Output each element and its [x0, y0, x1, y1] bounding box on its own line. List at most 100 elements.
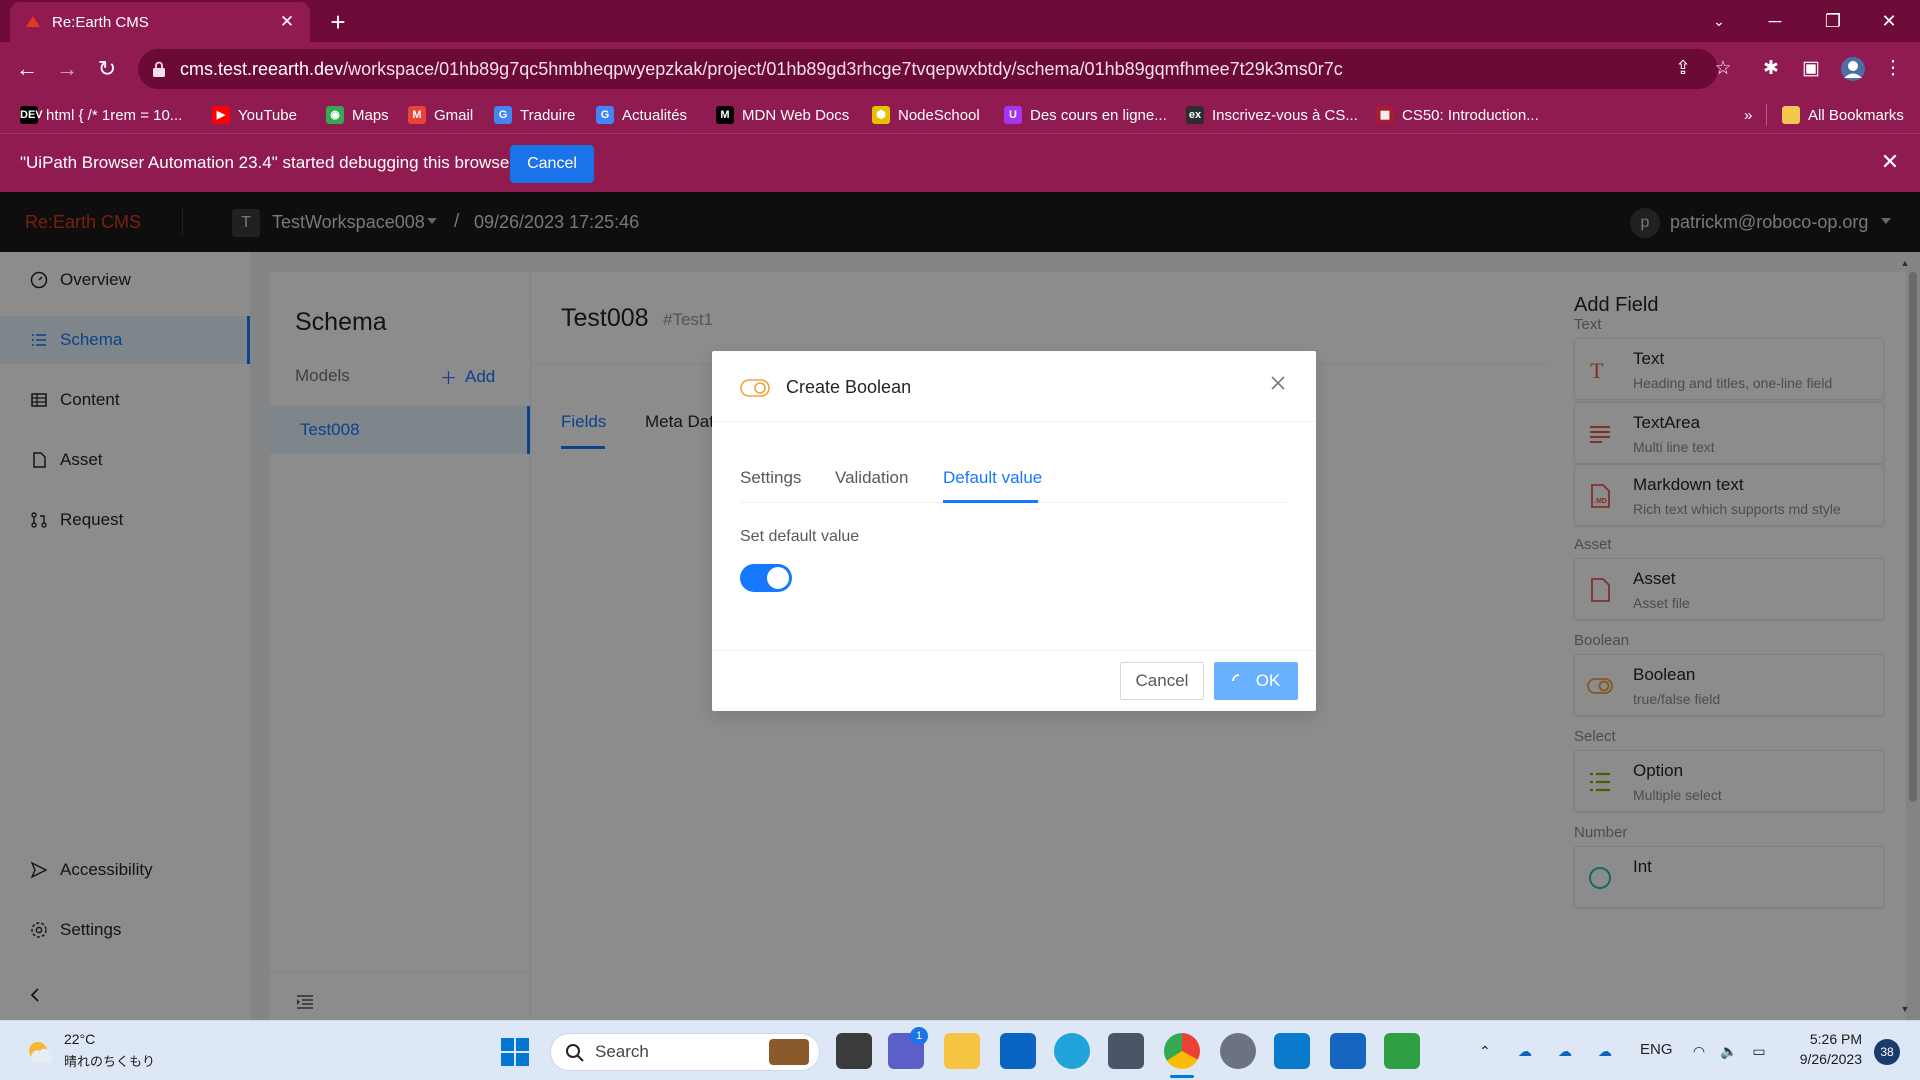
taskbar-search-box[interactable]: Search: [550, 1033, 820, 1071]
onedrive-icon[interactable]: ☁: [1552, 1039, 1578, 1063]
address-bar[interactable]: cms.test.reearth.dev/workspace/01hb89g7q…: [138, 49, 1718, 89]
browser-tab[interactable]: Re:Earth CMS ✕: [10, 2, 310, 42]
default-value-switch[interactable]: [740, 564, 792, 592]
onedrive-icon[interactable]: ☁: [1512, 1039, 1538, 1063]
bookmark-label: MDN Web Docs: [742, 106, 850, 124]
bookmark-label: html { /* 1rem = 10...: [46, 106, 183, 124]
modal-tab-ink-bar: [943, 500, 1038, 503]
switch-knob: [767, 567, 789, 589]
browser-tab-strip: Re:Earth CMS ✕ + ⌄ ─ ❐ ✕: [0, 0, 1920, 42]
bookmark-item[interactable]: ex Inscrivez-vous à CS...: [1180, 102, 1364, 128]
reload-icon[interactable]: ↻: [88, 50, 126, 88]
task-view-icon[interactable]: [836, 1033, 872, 1069]
nodeschool-icon: ⬢: [872, 106, 890, 124]
boolean-toggle-icon: [740, 379, 770, 397]
tray-overflow-chevron-icon[interactable]: ⌃: [1472, 1039, 1498, 1063]
bookmark-item[interactable]: M Gmail: [402, 102, 479, 128]
bookmarks-bar: DEV html { /* 1rem = 10... ▶ YouTube ◉ Maps M G…: [0, 96, 1920, 134]
windows-taskbar: 22°C 晴れのちくもり Search 1 ⌃ ☁ ☁ ☁ ENG ◠ 🔈 ▭ …: [0, 1020, 1920, 1080]
outlook-icon[interactable]: [1000, 1033, 1036, 1069]
tab-search-icon[interactable]: ⌄: [1696, 4, 1742, 38]
bookmark-item[interactable]: ▦ CS50: Introduction...: [1370, 102, 1545, 128]
modal-ok-button[interactable]: OK: [1214, 662, 1298, 700]
new-tab-button[interactable]: +: [322, 6, 354, 38]
dev-icon: DEV: [20, 106, 43, 124]
modal-cancel-button[interactable]: Cancel: [1120, 662, 1204, 700]
minimize-icon[interactable]: ─: [1752, 4, 1798, 38]
modal-header-divider: [712, 421, 1316, 422]
edge-icon[interactable]: [1054, 1033, 1090, 1069]
reearth-favicon-icon: [26, 16, 40, 27]
overflow-chevron-icon: »: [1744, 106, 1753, 124]
bookmark-item[interactable]: G Actualités: [590, 102, 693, 128]
weather-description[interactable]: 晴れのちくもり: [64, 1051, 155, 1070]
media-player-icon[interactable]: [1384, 1033, 1420, 1069]
window-close-icon[interactable]: ✕: [1866, 4, 1912, 38]
debug-message: "UiPath Browser Automation 23.4" started…: [20, 153, 515, 172]
bookmark-item[interactable]: M MDN Web Docs: [710, 102, 855, 128]
teams-chat-icon[interactable]: 1: [888, 1027, 928, 1069]
volume-icon[interactable]: 🔈: [1716, 1039, 1742, 1063]
bookmark-star-icon[interactable]: ☆: [1706, 52, 1740, 86]
battery-icon[interactable]: ▭: [1746, 1039, 1772, 1063]
settings-app-icon[interactable]: [1220, 1033, 1256, 1069]
studio-app-icon[interactable]: [1330, 1033, 1366, 1069]
gmail-icon: M: [408, 106, 426, 124]
mdn-icon: M: [716, 106, 734, 124]
forward-arrow-icon[interactable]: →: [48, 50, 86, 88]
file-explorer-icon[interactable]: [944, 1033, 980, 1069]
notification-center-badge[interactable]: 38: [1874, 1039, 1900, 1065]
modal-tab-default-value[interactable]: Default value: [943, 468, 1042, 488]
bookmark-label: Traduire: [520, 106, 576, 124]
infobar-close-icon[interactable]: ✕: [1878, 150, 1902, 174]
share-icon[interactable]: ⇪: [1666, 52, 1700, 86]
restore-icon[interactable]: ❐: [1810, 4, 1856, 38]
modal-tab-validation[interactable]: Validation: [835, 468, 908, 488]
tab-close-icon[interactable]: ✕: [278, 13, 296, 31]
bookmarks-overflow-button[interactable]: »: [1738, 102, 1758, 128]
clock-time[interactable]: 5:26 PM: [1790, 1031, 1862, 1047]
news-icon: G: [596, 106, 614, 124]
bookmark-item[interactable]: ⬢ NodeSchool: [866, 102, 986, 128]
lock-icon: [153, 61, 165, 77]
chrome-icon[interactable]: [1164, 1033, 1200, 1069]
bookmark-label: Inscrivez-vous à CS...: [1212, 106, 1358, 124]
language-indicator[interactable]: ENG: [1640, 1041, 1673, 1058]
bookmark-label: Des cours en ligne...: [1030, 106, 1167, 124]
windows-start-icon[interactable]: [500, 1037, 530, 1067]
clock-date[interactable]: 9/26/2023: [1790, 1051, 1862, 1067]
browser-menu-icon[interactable]: ⋮: [1876, 52, 1910, 86]
search-placeholder: Search: [595, 1042, 649, 1061]
modal-tab-settings[interactable]: Settings: [740, 468, 801, 488]
vscode-icon[interactable]: [1274, 1033, 1310, 1069]
weather-partly-cloudy-icon[interactable]: [22, 1035, 54, 1067]
bookmark-label: Actualités: [622, 106, 688, 124]
bookmark-item[interactable]: U Des cours en ligne...: [998, 102, 1173, 128]
modal-close-icon[interactable]: [1266, 371, 1290, 395]
all-bookmarks-button[interactable]: All Bookmarks: [1776, 102, 1910, 128]
bookmark-item[interactable]: ◉ Maps: [320, 102, 395, 128]
profile-avatar-icon[interactable]: [1836, 52, 1870, 86]
default-value-label: Set default value: [740, 528, 860, 545]
bookmark-item[interactable]: G Traduire: [488, 102, 581, 128]
loading-spinner-icon: [1231, 674, 1239, 682]
debug-cancel-button[interactable]: Cancel: [510, 145, 594, 183]
wifi-icon[interactable]: ◠: [1686, 1039, 1712, 1063]
side-panel-icon[interactable]: ▣: [1794, 52, 1828, 86]
calculator-icon[interactable]: [1108, 1033, 1144, 1069]
folder-icon: [1782, 106, 1800, 124]
bookmark-item[interactable]: ▶ YouTube: [206, 102, 303, 128]
back-arrow-icon[interactable]: ←: [8, 50, 46, 88]
onedrive-icon[interactable]: ☁: [1592, 1039, 1618, 1063]
active-app-indicator: [1170, 1075, 1194, 1078]
extensions-puzzle-icon[interactable]: ✱: [1754, 52, 1788, 86]
browser-toolbar: ← → ↻ cms.test.reearth.dev/workspace/01h…: [0, 42, 1920, 96]
url-path: /workspace/01hb89g7qc5hmbheqpwyepzkak/pr…: [343, 58, 1343, 79]
weather-temperature[interactable]: 22°C: [64, 1031, 95, 1047]
chat-badge: 1: [910, 1027, 928, 1045]
bookmark-item[interactable]: DEV html { /* 1rem = 10...: [14, 102, 188, 128]
cs50-icon: ▦: [1376, 106, 1394, 124]
bookmarks-divider: [1766, 104, 1767, 126]
create-boolean-modal: Create Boolean Settings Validation Defau…: [712, 351, 1316, 711]
maps-icon: ◉: [326, 106, 344, 124]
